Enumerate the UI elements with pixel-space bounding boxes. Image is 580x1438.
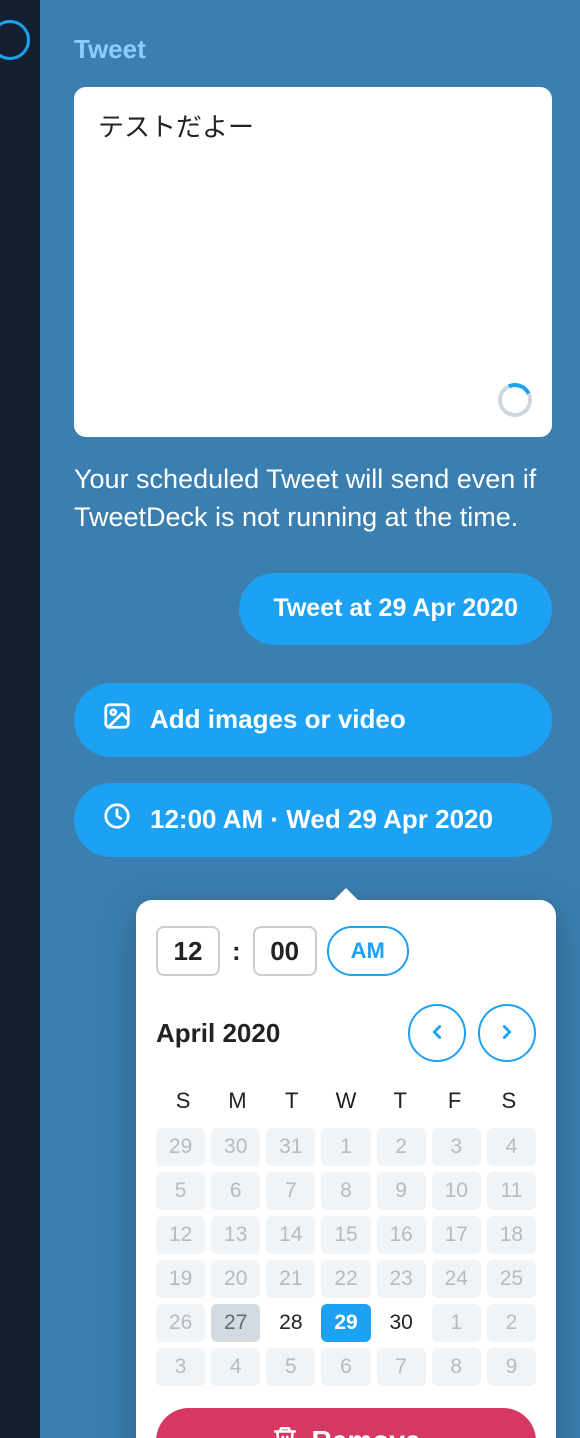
day-of-week-header: SMTWTFS	[156, 1088, 536, 1114]
remove-schedule-button[interactable]: Remove	[156, 1408, 536, 1438]
tweet-composer[interactable]: テストだよー	[74, 87, 552, 437]
calendar-day: 24	[432, 1260, 481, 1298]
char-count-ring-icon	[493, 378, 537, 422]
time-picker: : AM	[156, 926, 536, 976]
dow-cell: M	[210, 1088, 264, 1114]
prev-month-button[interactable]	[408, 1004, 466, 1062]
add-media-label: Add images or video	[150, 704, 406, 735]
dow-cell: W	[319, 1088, 373, 1114]
schedule-label: 12:00 AM · Wed 29 Apr 2020	[150, 804, 493, 835]
calendar-day: 15	[321, 1216, 370, 1254]
dow-cell: T	[265, 1088, 319, 1114]
minute-input[interactable]	[253, 926, 317, 976]
add-media-button[interactable]: Add images or video	[74, 683, 552, 757]
schedule-button[interactable]: 12:00 AM · Wed 29 Apr 2020	[74, 783, 552, 857]
dow-cell: F	[427, 1088, 481, 1114]
dow-cell: T	[373, 1088, 427, 1114]
calendar-day: 8	[321, 1172, 370, 1210]
ampm-toggle[interactable]: AM	[327, 926, 409, 976]
tweet-send-button[interactable]: Tweet at 29 Apr 2020	[239, 573, 552, 645]
app-sidebar	[0, 0, 40, 1438]
calendar-day: 12	[156, 1216, 205, 1254]
calendar-day: 13	[211, 1216, 260, 1254]
calendar-day: 26	[156, 1304, 205, 1342]
calendar-day: 2	[487, 1304, 536, 1342]
calendar-day: 10	[432, 1172, 481, 1210]
image-icon	[102, 701, 132, 738]
time-separator: :	[230, 936, 243, 967]
calendar-day: 30	[211, 1128, 260, 1166]
month-label: April 2020	[156, 1018, 280, 1049]
dow-cell: S	[482, 1088, 536, 1114]
panel-title: Tweet	[74, 34, 552, 65]
calendar-day: 22	[321, 1260, 370, 1298]
schedule-popover: : AM April 2020 SMTWTFS	[136, 900, 556, 1438]
calendar-day: 7	[377, 1348, 426, 1386]
calendar-day-selected[interactable]: 29	[321, 1304, 370, 1342]
remove-label: Remove	[312, 1425, 421, 1438]
calendar-day: 1	[321, 1128, 370, 1166]
calendar-day: 14	[266, 1216, 315, 1254]
calendar-day: 7	[266, 1172, 315, 1210]
calendar-day: 17	[432, 1216, 481, 1254]
calendar-day: 23	[377, 1260, 426, 1298]
calendar-day: 6	[211, 1172, 260, 1210]
calendar-day: 9	[377, 1172, 426, 1210]
hour-input[interactable]	[156, 926, 220, 976]
calendar-day[interactable]: 27	[211, 1304, 260, 1342]
calendar-day: 3	[156, 1348, 205, 1386]
calendar-day: 4	[211, 1348, 260, 1386]
calendar-day: 29	[156, 1128, 205, 1166]
calendar-day[interactable]: 28	[266, 1304, 315, 1342]
next-month-button[interactable]	[478, 1004, 536, 1062]
calendar-day: 11	[487, 1172, 536, 1210]
calendar-day: 2	[377, 1128, 426, 1166]
tweet-send-label: Tweet at 29 Apr 2020	[273, 594, 518, 623]
chevron-right-icon	[496, 1021, 518, 1046]
trash-icon	[272, 1425, 298, 1438]
calendar-grid: 2930311234567891011121314151617181920212…	[156, 1128, 536, 1386]
calendar-day: 21	[266, 1260, 315, 1298]
account-avatar[interactable]	[0, 20, 30, 60]
compose-panel: Tweet テストだよー Your scheduled Tweet will s…	[40, 0, 580, 1438]
ampm-label: AM	[351, 938, 385, 963]
clock-icon	[102, 801, 132, 838]
calendar-day: 9	[487, 1348, 536, 1386]
calendar-day: 6	[321, 1348, 370, 1386]
calendar-day: 19	[156, 1260, 205, 1298]
calendar-day: 4	[487, 1128, 536, 1166]
calendar-day: 8	[432, 1348, 481, 1386]
calendar-day[interactable]: 30	[377, 1304, 426, 1342]
calendar-day: 3	[432, 1128, 481, 1166]
calendar-day: 20	[211, 1260, 260, 1298]
calendar-day: 31	[266, 1128, 315, 1166]
calendar-day: 18	[487, 1216, 536, 1254]
calendar-day: 25	[487, 1260, 536, 1298]
schedule-hint: Your scheduled Tweet will send even if T…	[74, 461, 552, 537]
calendar-day: 1	[432, 1304, 481, 1342]
dow-cell: S	[156, 1088, 210, 1114]
calendar-day: 16	[377, 1216, 426, 1254]
calendar-day: 5	[266, 1348, 315, 1386]
chevron-left-icon	[426, 1021, 448, 1046]
calendar-day: 5	[156, 1172, 205, 1210]
tweet-text[interactable]: テストだよー	[98, 111, 528, 145]
